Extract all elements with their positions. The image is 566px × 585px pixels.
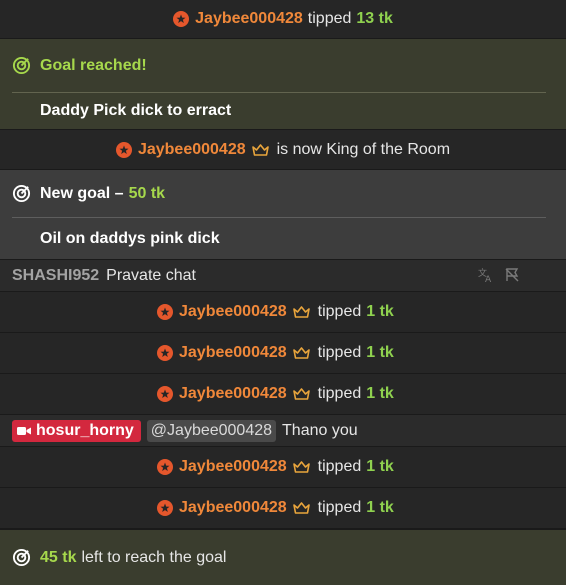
tip-amount: 1 tk [366,385,394,402]
tip-amount: 13 tk [356,10,393,27]
tip-amount: 1 tk [366,499,394,516]
chat-text: Thano you [282,421,358,439]
tip-action: tipped [317,385,362,402]
tipper-username[interactable]: Jaybee000428 [179,499,287,517]
target-icon [12,56,31,75]
svg-text:A: A [485,275,492,283]
tip-notice: Jaybee000428 tipped 1 tk [0,447,566,488]
star-badge-icon [157,386,173,402]
tipper-username[interactable]: Jaybee000428 [179,344,287,362]
star-badge-icon [157,459,173,475]
crown-icon [292,461,310,473]
camera-icon [17,426,31,435]
tip-notice: Jaybee000428 tipped 1 tk [0,488,566,529]
target-icon [12,184,31,203]
star-badge-icon [157,345,173,361]
tip-action: tipped [317,344,362,361]
tip-notice: Jaybee000428 tipped 13 tk [0,0,566,39]
broadcaster-tag[interactable]: hosur_horny [12,419,141,442]
new-goal-amount: 50 tk [128,184,166,202]
tip-action: tipped [317,499,362,516]
new-goal-description: Oil on daddys pink dick [40,229,220,247]
new-goal-prefix: New goal – [40,184,124,202]
target-icon [12,548,31,567]
chat-feed: Jaybee000428 tipped 13 tk Goal reached! … [0,0,566,585]
chat-text: Pravate chat [106,266,196,284]
report-flag-icon[interactable] [504,267,520,288]
crown-icon [292,502,310,514]
tipper-username[interactable]: Jaybee000428 [179,458,287,476]
tip-notice: Jaybee000428 tipped 1 tk [0,292,566,333]
chat-message: hosur_horny @Jaybee000428 Thano you [0,415,566,447]
chat-username: hosur_horny [36,421,134,439]
crown-icon [292,306,310,318]
chat-username[interactable]: SHASHI952 [12,267,99,285]
crown-icon [292,347,310,359]
tipper-username[interactable]: Jaybee000428 [195,10,303,28]
tipper-username[interactable]: Jaybee000428 [179,385,287,403]
tip-action: tipped [307,10,352,27]
tip-action: tipped [317,303,362,320]
tip-notice: Jaybee000428 tipped 1 tk [0,374,566,415]
star-badge-icon [173,11,190,27]
chat-message: SHASHI952 Pravate chat 文A [0,260,566,292]
goal-progress-notice: 45 tk left to reach the goal [0,529,566,585]
tipper-username[interactable]: Jaybee000428 [179,303,287,321]
tip-amount: 1 tk [366,344,394,361]
new-goal-notice: New goal – 50 tk Oil on daddys pink dick [0,170,566,260]
crown-icon [292,388,310,400]
goal-description: Daddy Pick dick to erract [40,102,232,119]
goal-reached-notice: Goal reached! Daddy Pick dick to erract [0,39,566,130]
tip-notice: Jaybee000428 tipped 1 tk [0,333,566,374]
star-badge-icon [157,304,173,320]
translate-icon[interactable]: 文A [478,267,494,288]
goal-remaining-amount: 45 tk [40,548,77,566]
tip-amount: 1 tk [366,458,394,475]
tip-action: tipped [317,458,362,475]
goal-remaining-text: left to reach the goal [81,548,227,566]
king-text: is now King of the Room [276,140,451,158]
mention[interactable]: @Jaybee000428 [146,419,277,442]
goal-reached-title: Goal reached! [40,56,147,74]
star-badge-icon [157,500,173,516]
star-badge-icon [115,141,132,158]
tip-amount: 1 tk [366,303,394,320]
crown-icon [251,143,269,156]
king-notice: Jaybee000428 is now King of the Room [0,130,566,170]
king-username[interactable]: Jaybee000428 [138,141,246,159]
